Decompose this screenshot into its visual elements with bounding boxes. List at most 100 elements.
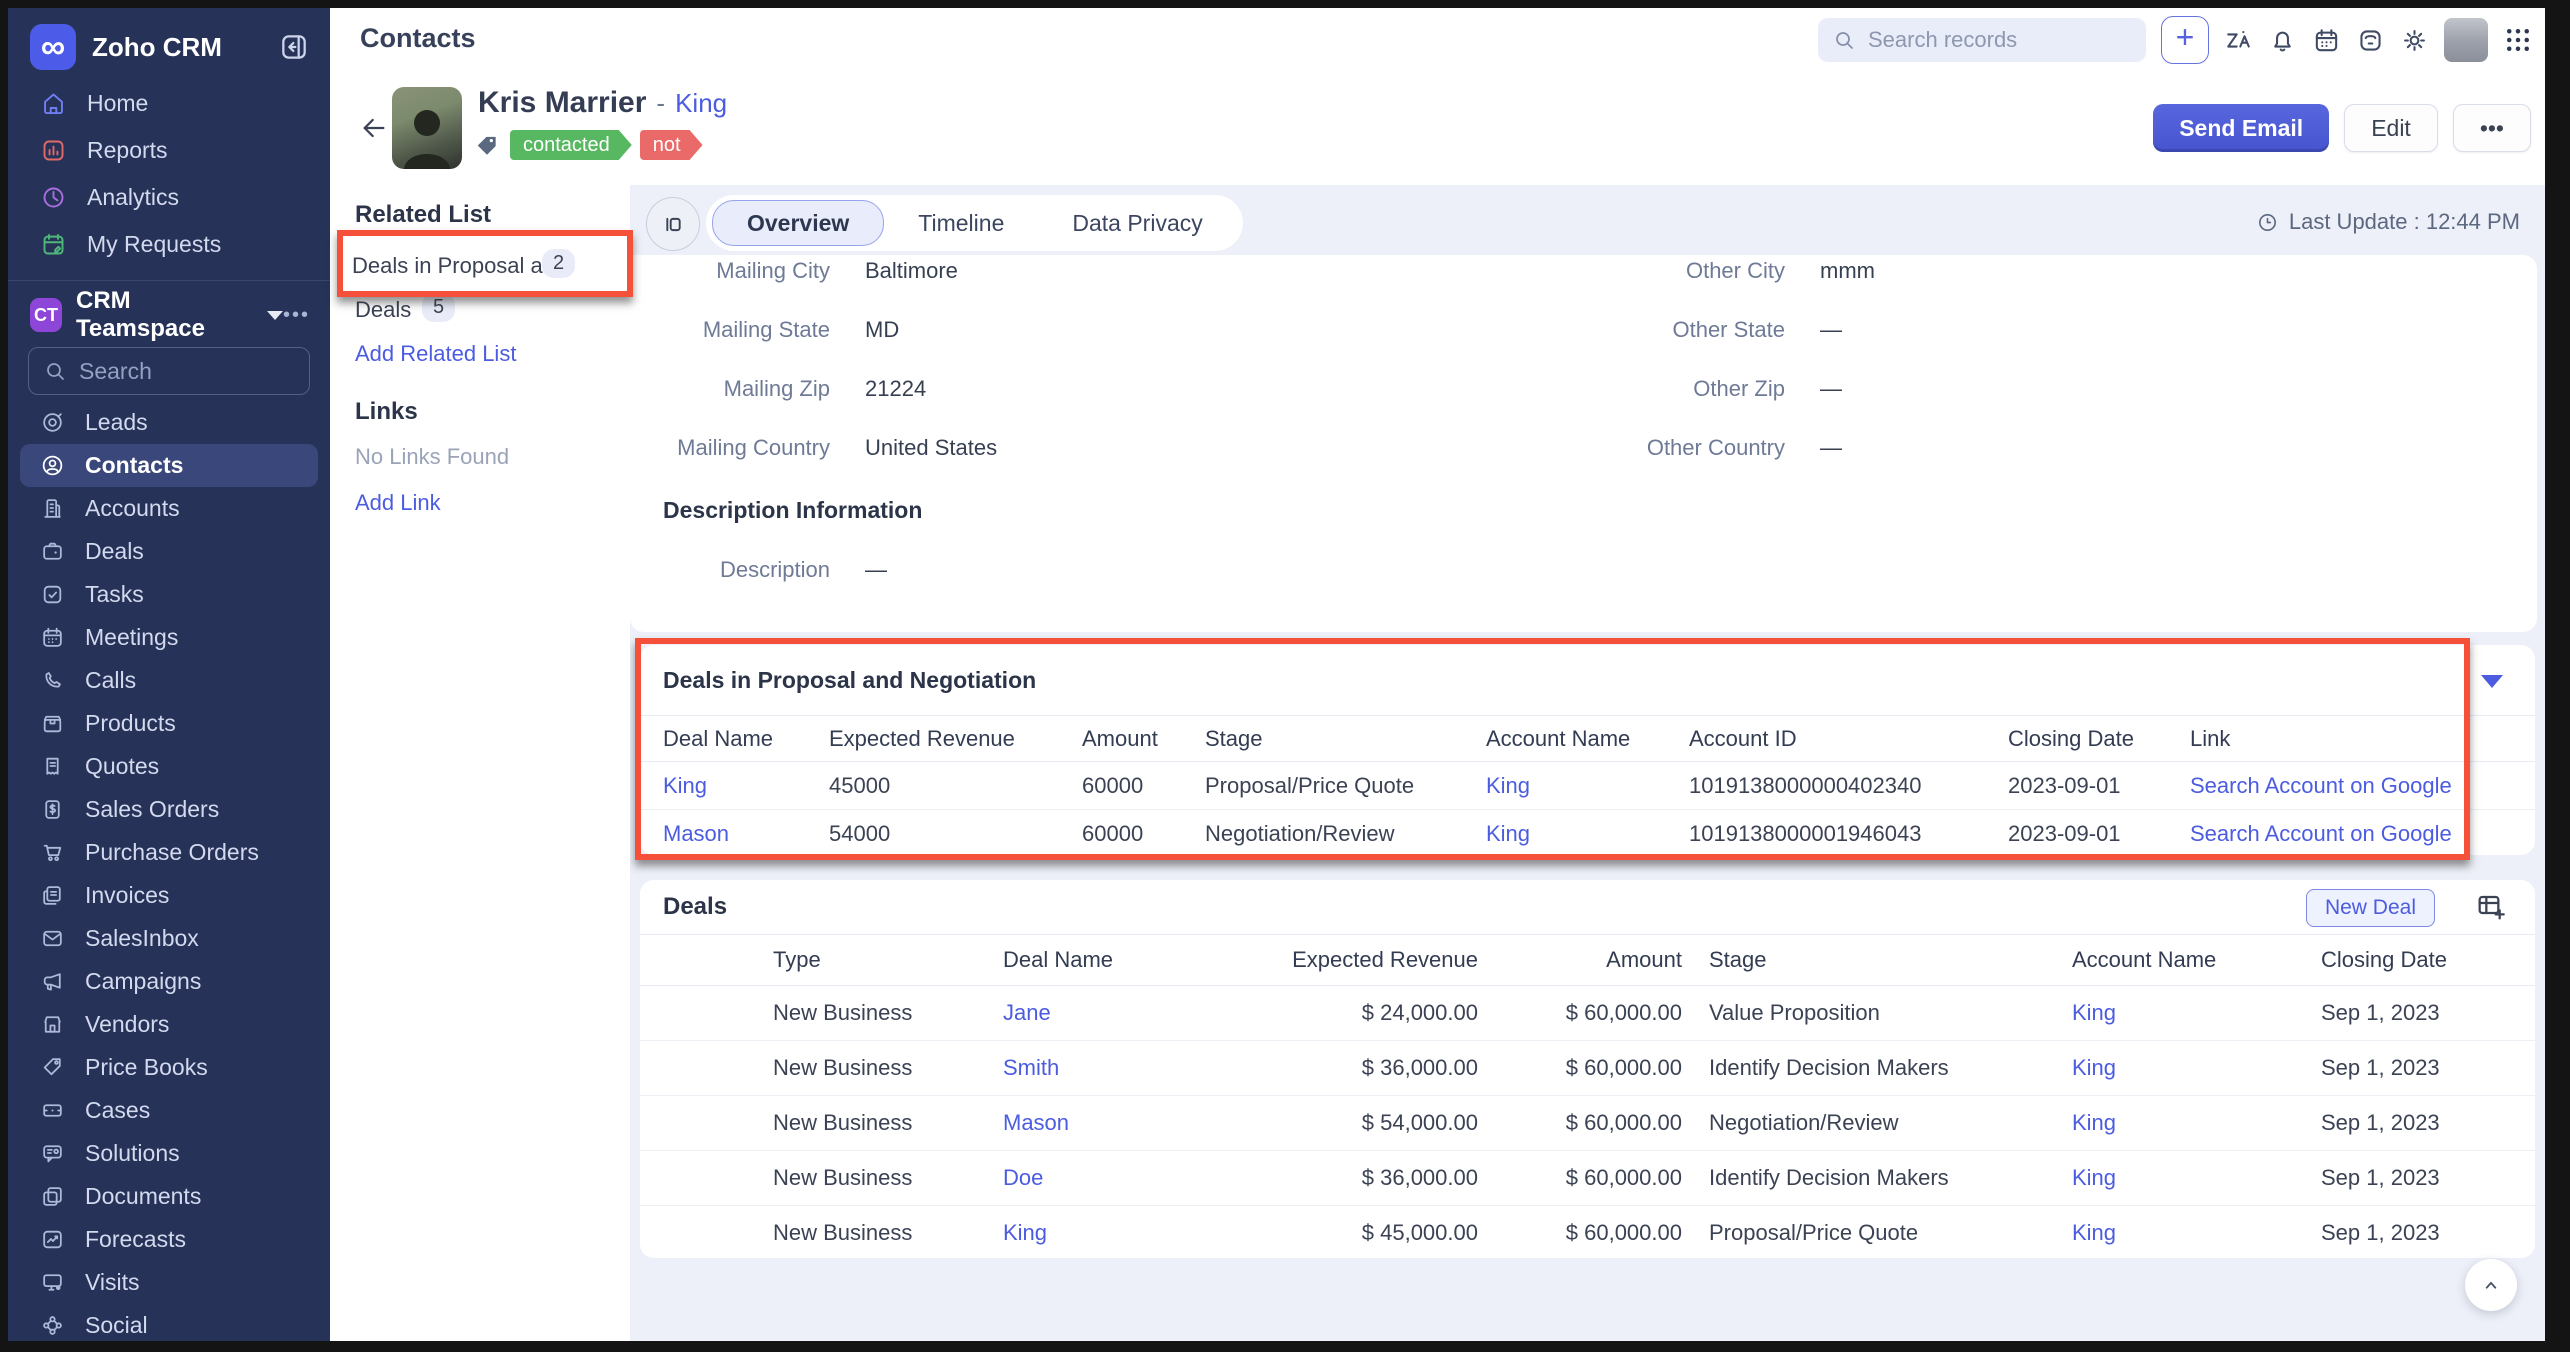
sidebar-module-item[interactable]: Calls bbox=[8, 659, 330, 702]
sidebar-module-item[interactable]: Products bbox=[8, 702, 330, 745]
sidebar-module-item[interactable]: Cases bbox=[8, 1089, 330, 1132]
feedback-face-icon[interactable] bbox=[2356, 26, 2385, 55]
deal-name-link[interactable]: King bbox=[663, 773, 829, 799]
type-value: New Business bbox=[773, 1110, 1003, 1136]
more-actions-button[interactable]: ••• bbox=[2453, 104, 2531, 152]
sidebar-module-item[interactable]: Meetings bbox=[8, 616, 330, 659]
tab-timeline[interactable]: Timeline bbox=[884, 201, 1038, 245]
record-actions: Send Email Edit ••• bbox=[2153, 104, 2531, 152]
account-id-value: 1019138000001946043 bbox=[1689, 821, 2008, 847]
sidebar-top-item[interactable]: Reports bbox=[8, 127, 330, 174]
user-avatar[interactable] bbox=[2444, 18, 2488, 62]
account-name-link[interactable]: King bbox=[2072, 1000, 2321, 1026]
expected-revenue-value: $ 36,000.00 bbox=[1200, 1055, 1478, 1081]
sidebar-module-item[interactable]: Leads bbox=[8, 401, 330, 444]
send-email-button[interactable]: Send Email bbox=[2153, 104, 2329, 152]
sidebar-module-item[interactable]: Invoices bbox=[8, 874, 330, 917]
sidebar-module-item[interactable]: Contacts bbox=[20, 444, 318, 487]
collapse-sidebar-icon[interactable] bbox=[278, 31, 310, 63]
tab-data-privacy[interactable]: Data Privacy bbox=[1038, 201, 1236, 245]
sidebar-module-item[interactable]: Tasks bbox=[8, 573, 330, 616]
links-title: Links bbox=[355, 398, 418, 426]
sidebar-top-item[interactable]: My Requests bbox=[8, 221, 330, 268]
sidebar-module-item[interactable]: Price Books bbox=[8, 1046, 330, 1089]
closing-date-value: Sep 1, 2023 bbox=[2321, 1220, 2535, 1246]
sidebar-module-item[interactable]: Quotes bbox=[8, 745, 330, 788]
calendar-icon[interactable] bbox=[2312, 26, 2341, 55]
sidebar-module-item[interactable]: Purchase Orders bbox=[8, 831, 330, 874]
deal-row: New Business Doe $ 36,000.00 $ 60,000.00… bbox=[640, 1150, 2535, 1205]
detail-rows: Mailing City Baltimore Other City mmm Ma… bbox=[630, 255, 2537, 477]
notifications-bell-icon[interactable] bbox=[2268, 26, 2297, 55]
sidebar-module-item[interactable]: Documents bbox=[8, 1175, 330, 1218]
zia-icon[interactable] bbox=[2224, 26, 2253, 55]
account-name-link[interactable]: King bbox=[2072, 1110, 2321, 1136]
contact-photo[interactable] bbox=[392, 87, 462, 169]
settings-gear-icon[interactable] bbox=[2400, 26, 2429, 55]
deal-name-link[interactable]: King bbox=[1003, 1220, 1200, 1246]
page-title: Contacts bbox=[360, 23, 476, 54]
app-grid-icon[interactable] bbox=[2503, 25, 2533, 55]
deal-name-link[interactable]: Jane bbox=[1003, 1000, 1200, 1026]
tab-overview[interactable]: Overview bbox=[712, 200, 884, 246]
sidebar-module-item[interactable]: Forecasts bbox=[8, 1218, 330, 1261]
sidebar-module-item[interactable]: SalesInbox bbox=[8, 917, 330, 960]
new-deal-button[interactable]: New Deal bbox=[2306, 889, 2435, 927]
stage-value: Proposal/Price Quote bbox=[1205, 773, 1486, 799]
search-records-input[interactable] bbox=[1866, 26, 2090, 54]
add-record-button[interactable]: + bbox=[2161, 16, 2209, 64]
account-name-link[interactable]: King bbox=[2072, 1055, 2321, 1081]
sidebar-top-item-label: My Requests bbox=[87, 231, 221, 258]
sidebar-search[interactable] bbox=[28, 347, 310, 395]
account-name-link[interactable]: King bbox=[2072, 1220, 2321, 1246]
sidebar-module-item[interactable]: Campaigns bbox=[8, 960, 330, 1003]
sidebar-module-item[interactable]: Accounts bbox=[8, 487, 330, 530]
account-name-link[interactable]: King bbox=[1486, 773, 1689, 799]
sidebar-module-label: Documents bbox=[85, 1183, 201, 1210]
search-account-google-link[interactable]: Search Account on Google bbox=[2190, 773, 2535, 799]
column-header: Account Name bbox=[2072, 947, 2321, 973]
scroll-to-top-button[interactable] bbox=[2465, 1259, 2517, 1311]
search-records-box[interactable] bbox=[1818, 18, 2146, 62]
search-account-google-link[interactable]: Search Account on Google bbox=[2190, 821, 2535, 847]
add-column-icon[interactable] bbox=[2475, 891, 2507, 923]
teamspace-menu-icon[interactable]: ••• bbox=[283, 304, 310, 327]
deal-name-link[interactable]: Smith bbox=[1003, 1055, 1200, 1081]
sidebar-top-item[interactable]: Analytics bbox=[8, 174, 330, 221]
sidebar-search-input[interactable] bbox=[77, 357, 261, 386]
forecasts-icon bbox=[40, 1227, 65, 1252]
edit-button[interactable]: Edit bbox=[2344, 104, 2438, 152]
column-header: Link bbox=[2190, 726, 2535, 752]
teamspace-row[interactable]: CT CRM Teamspace ••• bbox=[8, 291, 330, 339]
sidebar-module-item[interactable]: Vendors bbox=[8, 1003, 330, 1046]
main-content: Overview Timeline Data Privacy Last Upda… bbox=[630, 185, 2545, 1341]
card-view-button[interactable] bbox=[646, 197, 700, 251]
sidebar-top-item[interactable]: Home bbox=[8, 80, 330, 127]
deal-name-link[interactable]: Mason bbox=[1003, 1110, 1200, 1136]
account-link[interactable]: King bbox=[675, 88, 727, 119]
proposal-deal-row: King 45000 60000 Proposal/Price Quote Ki… bbox=[640, 762, 2535, 809]
add-related-list-link[interactable]: Add Related List bbox=[355, 341, 516, 367]
add-link-link[interactable]: Add Link bbox=[355, 490, 441, 516]
column-header: Closing Date bbox=[2321, 947, 2535, 973]
sidebar-module-item[interactable]: Solutions bbox=[8, 1132, 330, 1175]
deal-name-link[interactable]: Mason bbox=[663, 821, 829, 847]
sidebar-module-item[interactable]: Sales Orders bbox=[8, 788, 330, 831]
deal-name-link[interactable]: Doe bbox=[1003, 1165, 1200, 1191]
proposal-table-body: King 45000 60000 Proposal/Price Quote Ki… bbox=[640, 762, 2535, 857]
chevron-down-icon[interactable] bbox=[267, 311, 283, 320]
tags-row: contacted not bbox=[474, 130, 711, 160]
visits-icon bbox=[40, 1270, 65, 1295]
related-list-item-proposal[interactable]: Deals in Proposal a... bbox=[352, 253, 561, 279]
account-name-link[interactable]: King bbox=[1486, 821, 1689, 847]
back-arrow-icon[interactable] bbox=[358, 112, 390, 144]
related-list-item-deals[interactable]: Deals bbox=[355, 297, 411, 323]
sidebar-module-item[interactable]: Visits bbox=[8, 1261, 330, 1304]
collapse-section-caret-icon[interactable] bbox=[2481, 675, 2503, 688]
tag-contacted: contacted bbox=[510, 130, 632, 160]
sidebar-module-item[interactable]: Deals bbox=[8, 530, 330, 573]
sidebar-module-label: Vendors bbox=[85, 1011, 169, 1038]
count-badge: 2 bbox=[542, 249, 575, 278]
account-name-link[interactable]: King bbox=[2072, 1165, 2321, 1191]
sidebar-module-item[interactable]: Social bbox=[8, 1304, 330, 1341]
